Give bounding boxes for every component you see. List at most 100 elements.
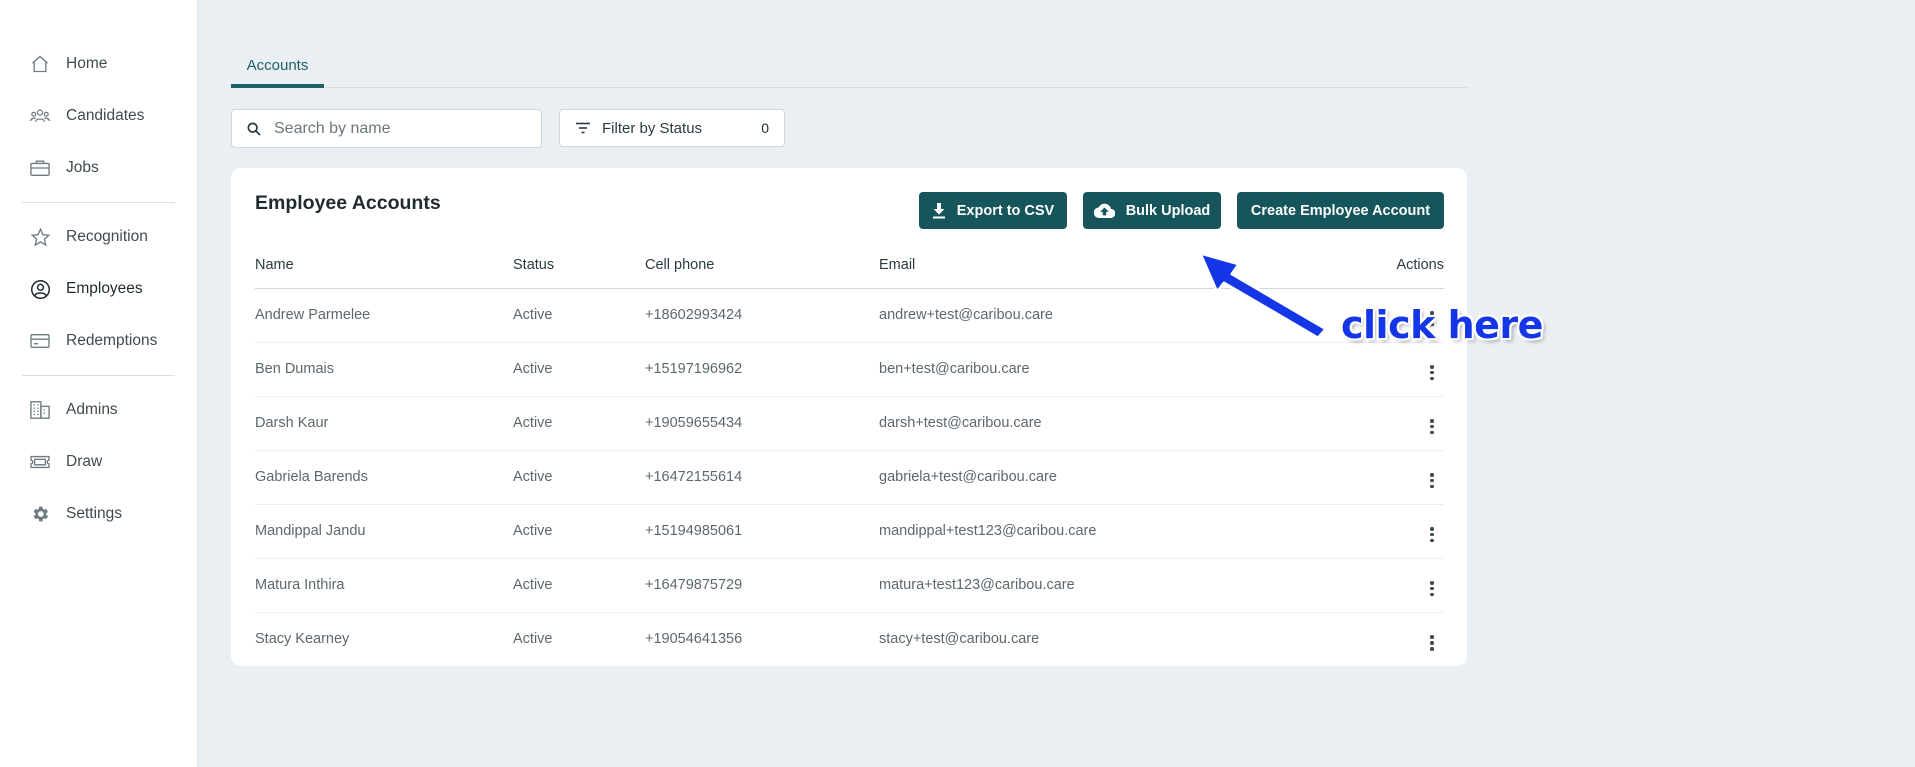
sidebar-item-label: Admins <box>66 401 118 418</box>
gear-icon <box>29 503 51 525</box>
cell-phone: +15194985061 <box>645 504 879 559</box>
sidebar: Home Candidates Jobs Recognition Employe… <box>0 0 198 767</box>
filter-icon <box>575 122 591 134</box>
user-circle-icon <box>29 278 51 300</box>
card-icon <box>29 330 51 352</box>
filter-count: 0 <box>761 120 769 136</box>
cell-email: gabriela+test@caribou.care <box>879 450 1299 505</box>
cell-email: darsh+test@caribou.care <box>879 396 1299 451</box>
building-icon <box>29 399 51 421</box>
cell-name: Andrew Parmelee <box>255 288 513 343</box>
annotation-text: click here <box>1341 303 1543 347</box>
column-header-status[interactable]: Status <box>513 243 645 289</box>
more-options-icon[interactable] <box>1422 580 1442 598</box>
cell-email: mandippal+test123@caribou.care <box>879 504 1299 559</box>
table-row[interactable]: Stacy Kearney Active +19054641356 stacy+… <box>255 612 1444 666</box>
column-header-cell-phone[interactable]: Cell phone <box>645 243 879 289</box>
card-title: Employee Accounts <box>255 192 441 214</box>
column-header-name[interactable]: Name <box>255 243 513 289</box>
cell-status: Active <box>513 504 645 559</box>
star-icon <box>29 226 51 248</box>
cell-status: Active <box>513 631 553 648</box>
sidebar-item-recognition[interactable]: Recognition <box>22 211 175 263</box>
tab-accounts[interactable]: Accounts <box>231 46 324 88</box>
table-row[interactable]: Matura Inthira Active +16479875729 matur… <box>255 558 1444 613</box>
bulk-upload-button[interactable]: Bulk Upload <box>1083 192 1221 229</box>
more-options-icon[interactable] <box>1422 472 1442 490</box>
filter-by-status[interactable]: Filter by Status 0 <box>559 109 785 147</box>
cell-actions <box>1299 504 1444 559</box>
table-row[interactable]: Ben Dumais Active +15197196962 ben+test@… <box>255 342 1444 397</box>
cell-name: Ben Dumais <box>255 342 513 397</box>
cell-actions <box>1299 342 1444 397</box>
export-csv-button[interactable]: Export to CSV <box>919 192 1067 229</box>
sidebar-item-employees[interactable]: Employees <box>22 263 175 315</box>
download-icon <box>932 202 946 219</box>
cell-phone: +15197196962 <box>645 342 879 397</box>
more-options-icon[interactable] <box>1422 526 1442 544</box>
nav-group-engagement: Recognition Employees Redemptions <box>0 211 197 367</box>
cell-email: stacy+test@caribou.care <box>879 631 1040 648</box>
cell-status: Active <box>513 450 645 505</box>
divider <box>22 375 175 376</box>
more-options-icon[interactable] <box>1422 634 1442 652</box>
cell-name: Matura Inthira <box>255 558 513 613</box>
cell-status: Active <box>513 342 645 397</box>
cell-status: Active <box>513 396 645 451</box>
briefcase-icon <box>29 157 51 179</box>
home-icon <box>29 53 51 75</box>
cell-phone: +19054641356 <box>645 631 743 648</box>
bulk-upload-label: Bulk Upload <box>1125 202 1211 219</box>
sidebar-item-admins[interactable]: Admins <box>22 384 175 436</box>
nav-group-main: Home Candidates Jobs <box>0 38 197 194</box>
sidebar-item-jobs[interactable]: Jobs <box>22 142 175 194</box>
sidebar-item-label: Settings <box>66 505 123 522</box>
create-employee-account-button[interactable]: Create Employee Account <box>1237 192 1444 229</box>
sidebar-item-label: Home <box>66 55 108 72</box>
table-row[interactable]: Gabriela Barends Active +16472155614 gab… <box>255 450 1444 505</box>
cell-phone: +18602993424 <box>645 288 879 343</box>
cell-name: Gabriela Barends <box>255 450 513 505</box>
sidebar-item-settings[interactable]: Settings <box>22 488 175 540</box>
cell-email: ben+test@caribou.care <box>879 342 1299 397</box>
sidebar-item-label: Candidates <box>66 107 145 124</box>
sidebar-item-label: Jobs <box>66 159 99 176</box>
cloud-upload-icon <box>1093 203 1115 218</box>
sidebar-item-draw[interactable]: Draw <box>22 436 175 488</box>
cell-actions <box>1299 558 1444 613</box>
cell-actions <box>1299 450 1444 505</box>
employee-accounts-card: Employee Accounts Export to CSV Bulk Upl… <box>231 168 1467 666</box>
cell-email: matura+test123@caribou.care <box>879 558 1299 613</box>
cell-phone: +16472155614 <box>645 450 879 505</box>
divider <box>22 202 175 203</box>
cell-name: Mandippal Jandu <box>255 504 513 559</box>
nav-group-admin: Admins Draw Settings <box>0 384 197 540</box>
cell-phone: +19059655434 <box>645 396 879 451</box>
sidebar-item-label: Employees <box>66 280 143 297</box>
tabs-bar: Accounts <box>231 46 1467 88</box>
search-input[interactable] <box>274 119 514 138</box>
sidebar-item-home[interactable]: Home <box>22 38 175 90</box>
cell-name: Stacy Kearney <box>255 631 350 648</box>
sidebar-item-label: Redemptions <box>66 332 158 349</box>
sidebar-item-candidates[interactable]: Candidates <box>22 90 175 142</box>
more-options-icon[interactable] <box>1422 418 1442 436</box>
sidebar-item-label: Draw <box>66 453 103 470</box>
table-row[interactable]: Darsh Kaur Active +19059655434 darsh+tes… <box>255 396 1444 451</box>
table-row[interactable]: Mandippal Jandu Active +15194985061 mand… <box>255 504 1444 559</box>
people-icon <box>29 105 51 127</box>
cell-phone: +16479875729 <box>645 558 879 613</box>
search-icon <box>246 121 262 137</box>
filter-label: Filter by Status <box>602 119 703 137</box>
cell-status: Active <box>513 558 645 613</box>
sidebar-item-redemptions[interactable]: Redemptions <box>22 315 175 367</box>
cell-actions <box>1299 396 1444 451</box>
cell-status: Active <box>513 288 645 343</box>
search-field[interactable] <box>231 109 542 148</box>
cell-name: Darsh Kaur <box>255 396 513 451</box>
ticket-icon <box>29 451 51 473</box>
more-options-icon[interactable] <box>1422 364 1442 382</box>
cell-actions <box>1299 612 1444 666</box>
export-csv-label: Export to CSV <box>956 202 1055 219</box>
sidebar-item-label: Recognition <box>66 228 148 245</box>
